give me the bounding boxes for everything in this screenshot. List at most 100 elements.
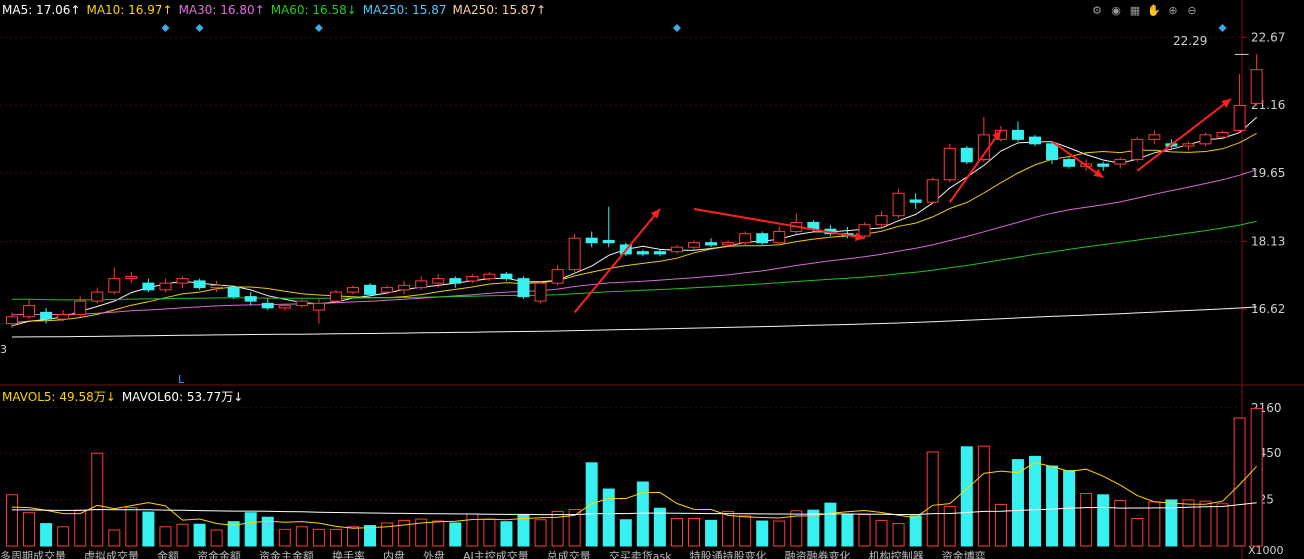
candle-body xyxy=(364,284,377,295)
tab-14[interactable]: 资金博弈 xyxy=(942,550,986,559)
volume-bar xyxy=(705,519,718,547)
candle-body xyxy=(1114,159,1127,165)
volume-bar xyxy=(1097,494,1110,547)
candle-body xyxy=(227,287,240,298)
candle-body xyxy=(1063,159,1076,167)
volume-bar xyxy=(875,519,888,547)
candle-body xyxy=(602,239,615,244)
volume-bar xyxy=(1029,455,1041,547)
tab-0[interactable]: 多周期成交量 xyxy=(0,550,66,559)
ma-line-ma250 xyxy=(11,306,1257,338)
candle-body xyxy=(193,280,206,289)
tab-10[interactable]: 交买卖货ask xyxy=(609,550,672,559)
volume-bar xyxy=(688,517,700,547)
zoom-in-icon[interactable]: ⊕ xyxy=(1166,4,1180,18)
volume-bar xyxy=(364,525,377,547)
candle-body xyxy=(159,282,172,291)
tab-7[interactable]: 外盘 xyxy=(423,550,445,559)
volume-bar xyxy=(1250,407,1263,547)
volume-bar xyxy=(295,526,308,547)
candle-body xyxy=(585,237,598,244)
low-marker: L xyxy=(178,373,185,386)
volume-bar xyxy=(329,528,342,547)
volume-bar xyxy=(909,515,922,547)
eye-icon[interactable]: ◉ xyxy=(1109,4,1123,18)
volume-bar xyxy=(534,519,547,547)
tab-13[interactable]: 机构控制器 xyxy=(869,550,924,559)
tab-6[interactable]: 内盘 xyxy=(383,550,405,559)
candle-body xyxy=(1097,163,1110,167)
tab-4[interactable]: 资金主金额 xyxy=(259,550,314,559)
candle-body xyxy=(670,246,683,253)
candle-body xyxy=(398,284,411,291)
price-tick-label: 18.13 xyxy=(1251,234,1285,248)
gear-icon[interactable]: ⚙ xyxy=(1090,4,1104,18)
candle-body xyxy=(449,278,462,284)
candle-body xyxy=(244,296,257,302)
tab-3[interactable]: 资金金额 xyxy=(197,550,241,559)
volume-bar xyxy=(466,513,479,547)
volume-bar xyxy=(483,518,496,547)
zoom-out-icon[interactable]: ⊖ xyxy=(1185,4,1199,18)
volume-bar xyxy=(159,526,172,547)
candle-body xyxy=(500,273,513,280)
candle-body xyxy=(1029,136,1041,145)
tab-11[interactable]: 特股通持股变化 xyxy=(690,550,767,559)
candle-body xyxy=(74,300,87,316)
volume-bar xyxy=(773,520,786,547)
tab-1[interactable]: 虚拟成交量 xyxy=(84,550,139,559)
ma10-label: MA10: 16.97↑ xyxy=(86,3,173,17)
volume-bar xyxy=(1165,499,1178,547)
candle-body xyxy=(551,269,564,284)
trend-arrow-line xyxy=(573,208,661,313)
volume-bar xyxy=(841,513,854,547)
candle-body xyxy=(858,224,871,237)
candle-body xyxy=(261,302,274,309)
volume-bar xyxy=(57,526,70,547)
candle-body xyxy=(1011,129,1024,140)
volume-bar xyxy=(1131,517,1144,547)
candle-body xyxy=(23,305,36,318)
tab-8[interactable]: AI主控成交量 xyxy=(463,550,529,559)
volume-bar xyxy=(193,523,206,547)
volume-legend: MAVOL5: 49.58万↓ MAVOL60: 53.77万↓ xyxy=(2,388,249,405)
candle-body xyxy=(295,300,308,307)
trend-arrow-line xyxy=(1051,140,1104,179)
volume-bar xyxy=(739,515,752,547)
candle-body xyxy=(636,251,649,255)
volume-bar xyxy=(960,446,973,547)
hand-icon[interactable]: ✋ xyxy=(1147,4,1161,18)
volume-bar xyxy=(449,522,462,547)
tab-12[interactable]: 融资融券变化 xyxy=(785,550,851,559)
volume-bar xyxy=(278,528,291,547)
candle-body xyxy=(1131,138,1144,161)
tab-5[interactable]: 换手率 xyxy=(332,550,365,559)
candle-body xyxy=(483,273,496,280)
candle-body xyxy=(739,233,752,244)
volume-bar xyxy=(40,523,53,547)
volume-bar xyxy=(1199,500,1212,547)
tab-2[interactable]: 金额 xyxy=(157,550,179,559)
volume-bar xyxy=(756,520,769,547)
candle-body xyxy=(142,282,155,291)
candle-body xyxy=(1148,134,1161,140)
ma-line-ma30 xyxy=(11,169,1257,316)
ma5-label: MA5: 17.06↑ xyxy=(2,3,81,17)
trend-arrow-line xyxy=(948,129,1002,203)
tab-9[interactable]: 总成交量 xyxy=(547,550,591,559)
candle-body xyxy=(1046,143,1059,161)
signal-diamond xyxy=(1218,24,1227,32)
candle-body xyxy=(705,242,718,246)
volume-bar xyxy=(1046,465,1059,547)
volume-bar xyxy=(347,526,359,547)
grid-icon[interactable]: ▦ xyxy=(1128,4,1142,18)
volume-bar xyxy=(824,502,837,547)
volume-bar xyxy=(892,523,905,547)
volume-bar xyxy=(585,462,598,547)
candle-body xyxy=(415,280,428,289)
volume-bar xyxy=(1080,493,1093,547)
volume-bar xyxy=(91,452,104,547)
volume-bar xyxy=(1233,417,1246,547)
candle-body xyxy=(1233,105,1246,131)
volume-bar xyxy=(926,451,939,547)
